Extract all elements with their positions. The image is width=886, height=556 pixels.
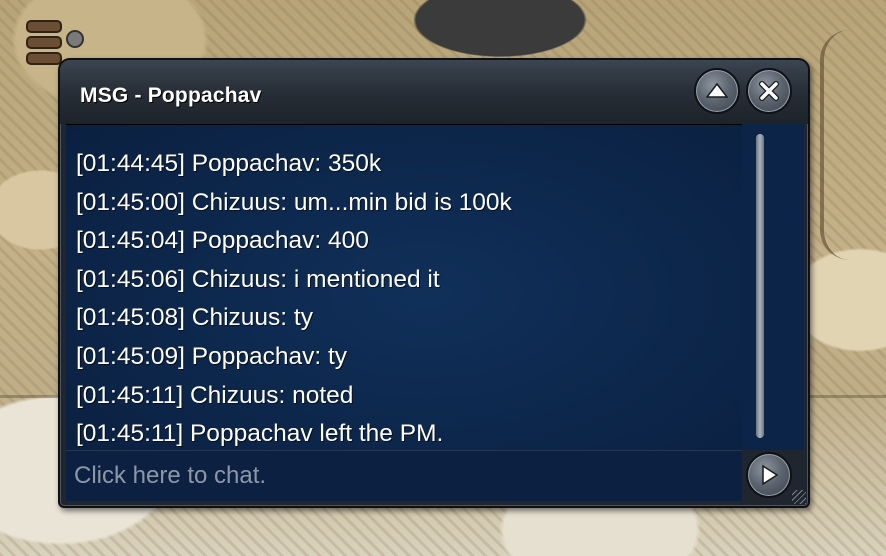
message-log[interactable]: [01:44:45] Poppachav: 350k [01:45:00] Ch…: [66, 124, 742, 451]
private-message-window[interactable]: MSG - Poppachav [01:44:45] Poppachav: 35…: [58, 58, 810, 508]
hud-bar-icon: [26, 20, 62, 33]
message-line: [01:45:08] Chizuus: ty: [76, 304, 313, 332]
message-line: [01:45:11] Chizuus: noted: [76, 381, 354, 409]
message-line: [01:45:00] Chizuus: um...min bid is 100k: [76, 188, 512, 216]
message-list: [01:44:45] Poppachav: 350k [01:45:00] Ch…: [76, 145, 512, 454]
message-line: [01:44:45] Poppachav: 350k: [76, 150, 382, 177]
message-line: [01:45:11] Poppachav left the PM.: [76, 420, 444, 448]
message-scrollbar[interactable]: [742, 124, 804, 450]
scrollbar-thumb[interactable]: [756, 134, 764, 438]
close-icon: [759, 81, 779, 101]
chat-input-container: [66, 450, 742, 501]
window-title: MSG - Poppachav: [80, 84, 262, 107]
message-line: [01:45:04] Poppachav: 400: [76, 227, 369, 255]
play-icon: [762, 464, 779, 486]
message-line: [01:45:06] Chizuus: i mentioned it: [76, 265, 440, 293]
send-button[interactable]: [746, 452, 792, 498]
hud-bar-icon: [26, 52, 62, 65]
chevron-up-icon: [706, 82, 728, 98]
hud-bar-icon: [26, 36, 62, 49]
message-line: [01:45:09] Poppachav: ty: [76, 342, 348, 370]
minimize-button[interactable]: [694, 68, 740, 114]
window-titlebar[interactable]: MSG - Poppachav: [60, 60, 808, 124]
chat-input[interactable]: [66, 451, 742, 501]
hud-bubble-icon: [66, 30, 84, 48]
close-button[interactable]: [746, 68, 792, 114]
resize-grip[interactable]: [792, 490, 806, 504]
